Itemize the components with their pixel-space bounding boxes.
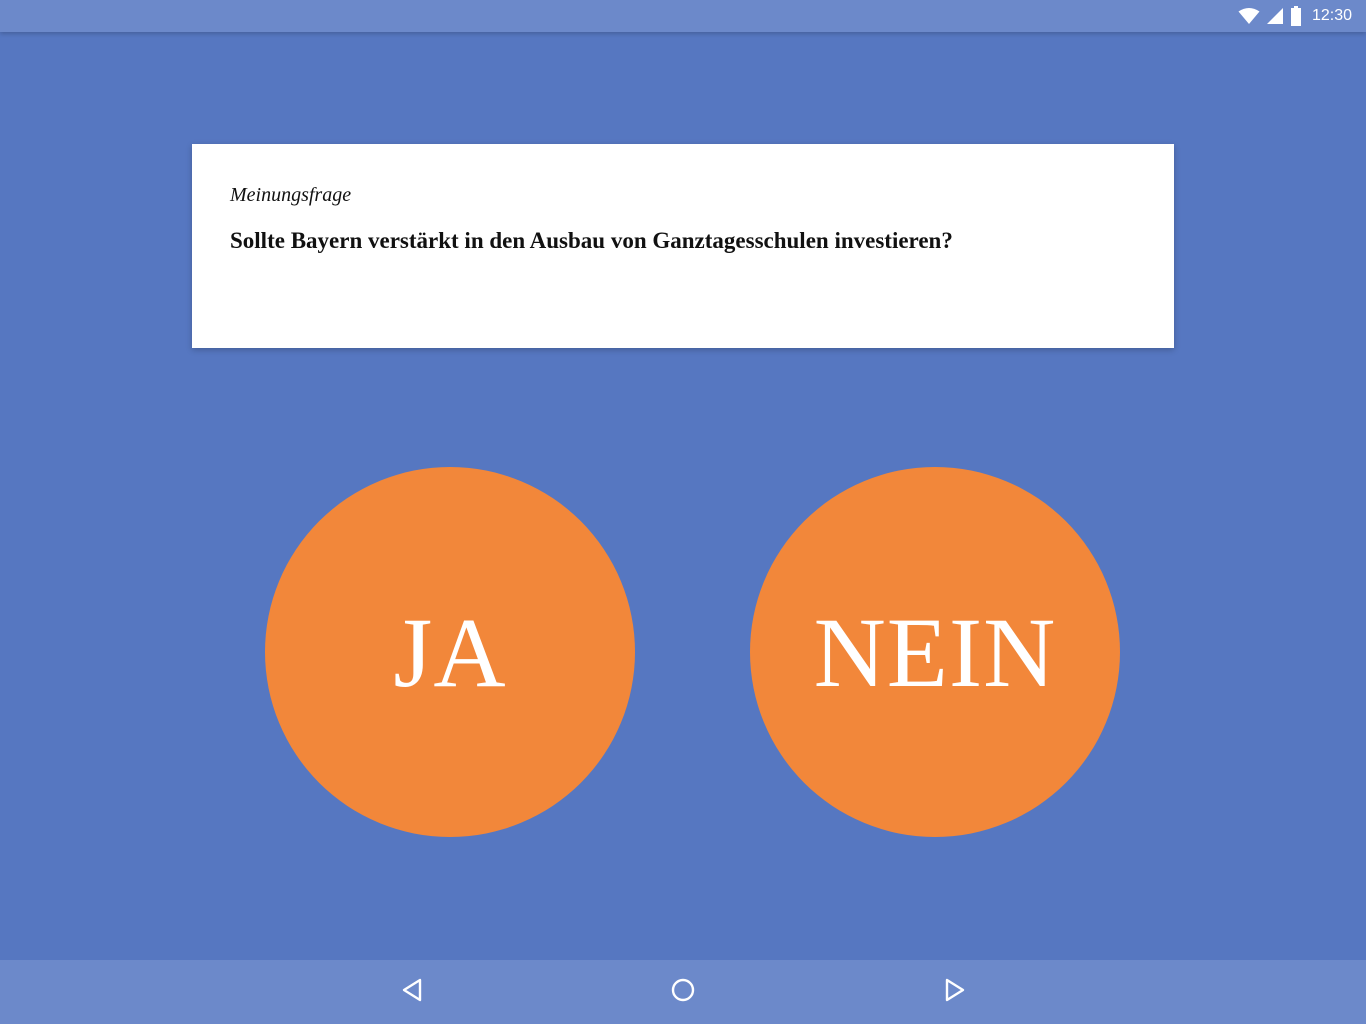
navigation-bar (0, 960, 1366, 1024)
back-button[interactable] (382, 960, 442, 1024)
status-bar: 12:30 (0, 0, 1366, 32)
question-label: Meinungsfrage (230, 184, 352, 206)
no-button[interactable]: NEIN (750, 467, 1120, 837)
status-clock: 12:30 (1311, 7, 1352, 24)
battery-icon (1290, 6, 1302, 26)
home-button[interactable] (653, 960, 713, 1024)
status-icons: 12:30 (1238, 0, 1352, 32)
home-icon (670, 977, 696, 1008)
question-text: Sollte Bayern verstärkt in den Ausbau vo… (230, 228, 953, 253)
wifi-icon (1238, 7, 1260, 25)
yes-button-label: JA (393, 596, 507, 708)
recents-button[interactable] (925, 960, 985, 1024)
signal-icon (1266, 7, 1284, 25)
recents-icon (943, 977, 967, 1008)
yes-button[interactable]: JA (265, 467, 635, 837)
question-card: Meinungsfrage Sollte Bayern verstärkt in… (192, 144, 1174, 348)
no-button-label: NEIN (813, 596, 1057, 708)
back-icon (400, 977, 424, 1008)
